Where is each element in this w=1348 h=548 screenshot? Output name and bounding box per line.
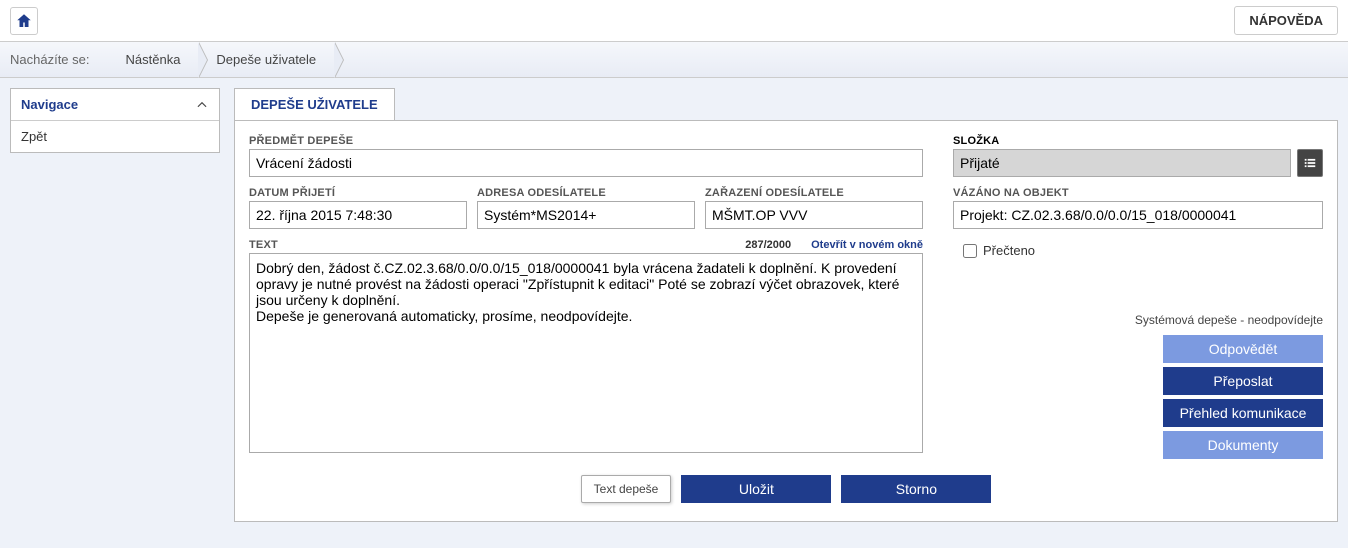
nav-title: Navigace (21, 97, 78, 112)
home-icon (15, 12, 33, 30)
label-bound: VÁZÁNO NA OBJEKT (953, 187, 1323, 199)
label-sender-class: ZAŘAZENÍ ODESÍLATELE (705, 187, 923, 199)
open-new-window-link[interactable]: Otevřít v novém okně (811, 239, 923, 251)
breadcrumb-label: Nacházíte se: (10, 52, 90, 67)
topbar: NÁPOVĚDA (0, 0, 1348, 42)
tab-depese[interactable]: DEPEŠE UŽIVATELE (234, 88, 395, 120)
sender-class-field[interactable] (705, 201, 923, 229)
date-field[interactable] (249, 201, 467, 229)
nav-toggle[interactable]: Navigace (11, 89, 219, 121)
folder-picker-button[interactable] (1297, 149, 1323, 177)
bound-field[interactable] (953, 201, 1323, 229)
documents-button[interactable]: Dokumenty (1163, 431, 1323, 459)
breadcrumb-item[interactable]: Nástěnka (108, 42, 199, 78)
folder-field[interactable] (953, 149, 1291, 177)
chevron-up-icon (195, 98, 209, 112)
sender-field[interactable] (477, 201, 695, 229)
reply-button[interactable]: Odpovědět (1163, 335, 1323, 363)
tooltip-text-depese: Text depeše (581, 475, 672, 503)
forward-button[interactable]: Přeposlat (1163, 367, 1323, 395)
message-textarea[interactable] (249, 253, 923, 453)
read-checkbox[interactable] (963, 244, 977, 258)
system-note: Systémová depeše - neodpovídejte (1135, 313, 1323, 327)
label-sender: ADRESA ODESÍLATELE (477, 187, 695, 199)
breadcrumb: Nacházíte se: Nástěnka Depeše uživatele (0, 42, 1348, 78)
overview-button[interactable]: Přehled komunikace (1163, 399, 1323, 427)
help-button[interactable]: NÁPOVĚDA (1234, 6, 1338, 35)
cancel-button[interactable]: Storno (841, 475, 991, 503)
nav-back[interactable]: Zpět (11, 121, 219, 152)
char-counter: 287/2000 (745, 239, 791, 251)
main-panel: PŘEDMĚT DEPEŠE DATUM PŘIJETÍ ADRESA ODES… (234, 120, 1338, 522)
home-button[interactable] (10, 7, 38, 35)
list-icon (1303, 156, 1317, 170)
label-subject: PŘEDMĚT DEPEŠE (249, 135, 923, 147)
subject-field[interactable] (249, 149, 923, 177)
save-button[interactable]: Uložit (681, 475, 831, 503)
label-date: DATUM PŘIJETÍ (249, 187, 467, 199)
label-text: TEXT (249, 239, 278, 251)
label-folder: SLOŽKA (953, 135, 1323, 147)
breadcrumb-item[interactable]: Depeše uživatele (198, 42, 334, 78)
label-read: Přečteno (983, 243, 1035, 258)
sidebar: Navigace Zpět (10, 88, 220, 153)
